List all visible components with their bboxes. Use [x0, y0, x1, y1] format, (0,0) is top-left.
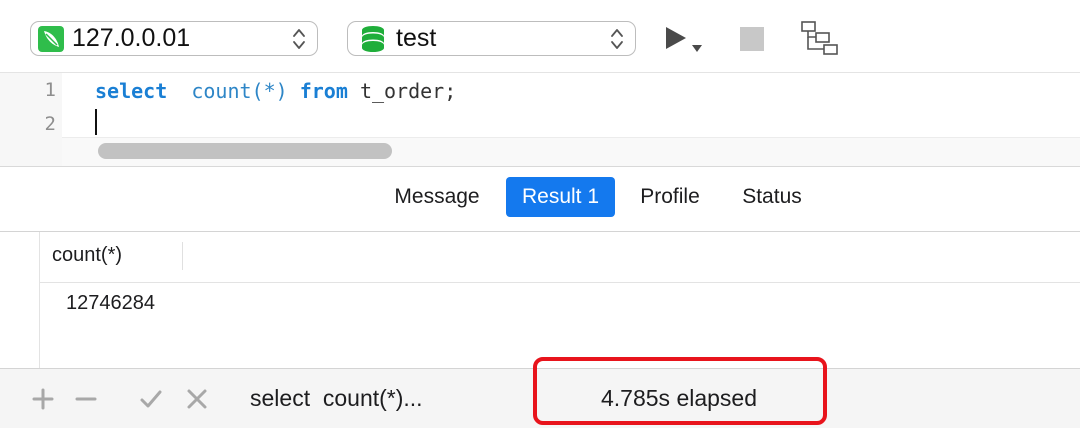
minus-icon[interactable] [74, 387, 98, 411]
line-number: 1 [44, 79, 56, 101]
database-select[interactable]: test [347, 21, 636, 56]
elapsed-highlight-annotation [533, 357, 827, 425]
play-icon [666, 27, 702, 52]
close-icon[interactable] [185, 387, 209, 411]
chevron-updown-icon [611, 29, 623, 49]
result-grid: count(*) 12746284 [0, 232, 1080, 368]
sql-keyword: from [299, 79, 348, 103]
grid-header: count(*) [40, 232, 1080, 283]
column-divider[interactable] [182, 242, 183, 270]
explain-button[interactable] [800, 20, 840, 58]
tab-result-1[interactable]: Result 1 [506, 177, 615, 217]
toolbar: 127.0.0.01 test [0, 0, 1080, 72]
sql-table-name: t_order; [359, 79, 457, 103]
chevron-updown-icon [293, 29, 305, 49]
sql-keyword: select [95, 79, 168, 103]
check-icon[interactable] [139, 387, 163, 411]
connection-value: 127.0.0.01 [72, 24, 191, 52]
sql-editor[interactable]: 1 2 select count(*) from t_order; [0, 72, 1080, 167]
status-query-text: select count(*)... [250, 385, 423, 411]
row-number-column [0, 232, 40, 368]
database-icon [362, 25, 384, 52]
grid-cell[interactable]: 12746284 [66, 292, 155, 315]
column-header[interactable]: count(*) [52, 244, 122, 267]
connection-select[interactable]: 127.0.0.01 [30, 21, 318, 56]
tab-profile[interactable]: Profile [630, 177, 710, 217]
plus-icon[interactable] [31, 387, 55, 411]
line-number-gutter: 1 2 [0, 73, 62, 167]
mysql-leaf-icon [38, 25, 64, 52]
text-cursor [95, 109, 97, 135]
horizontal-scrollbar-thumb[interactable] [98, 143, 392, 159]
database-value: test [396, 24, 437, 52]
code-line[interactable]: select count(*) from t_order; [95, 79, 456, 103]
result-tabs: Message Result 1 Profile Status [0, 166, 1080, 232]
tab-message[interactable]: Message [385, 177, 489, 217]
stop-button[interactable] [740, 27, 764, 51]
sql-function: count(*) [191, 79, 288, 103]
tab-status[interactable]: Status [730, 177, 814, 217]
explain-tree-icon [801, 21, 838, 55]
line-number: 2 [44, 113, 56, 135]
run-button[interactable] [662, 24, 708, 58]
